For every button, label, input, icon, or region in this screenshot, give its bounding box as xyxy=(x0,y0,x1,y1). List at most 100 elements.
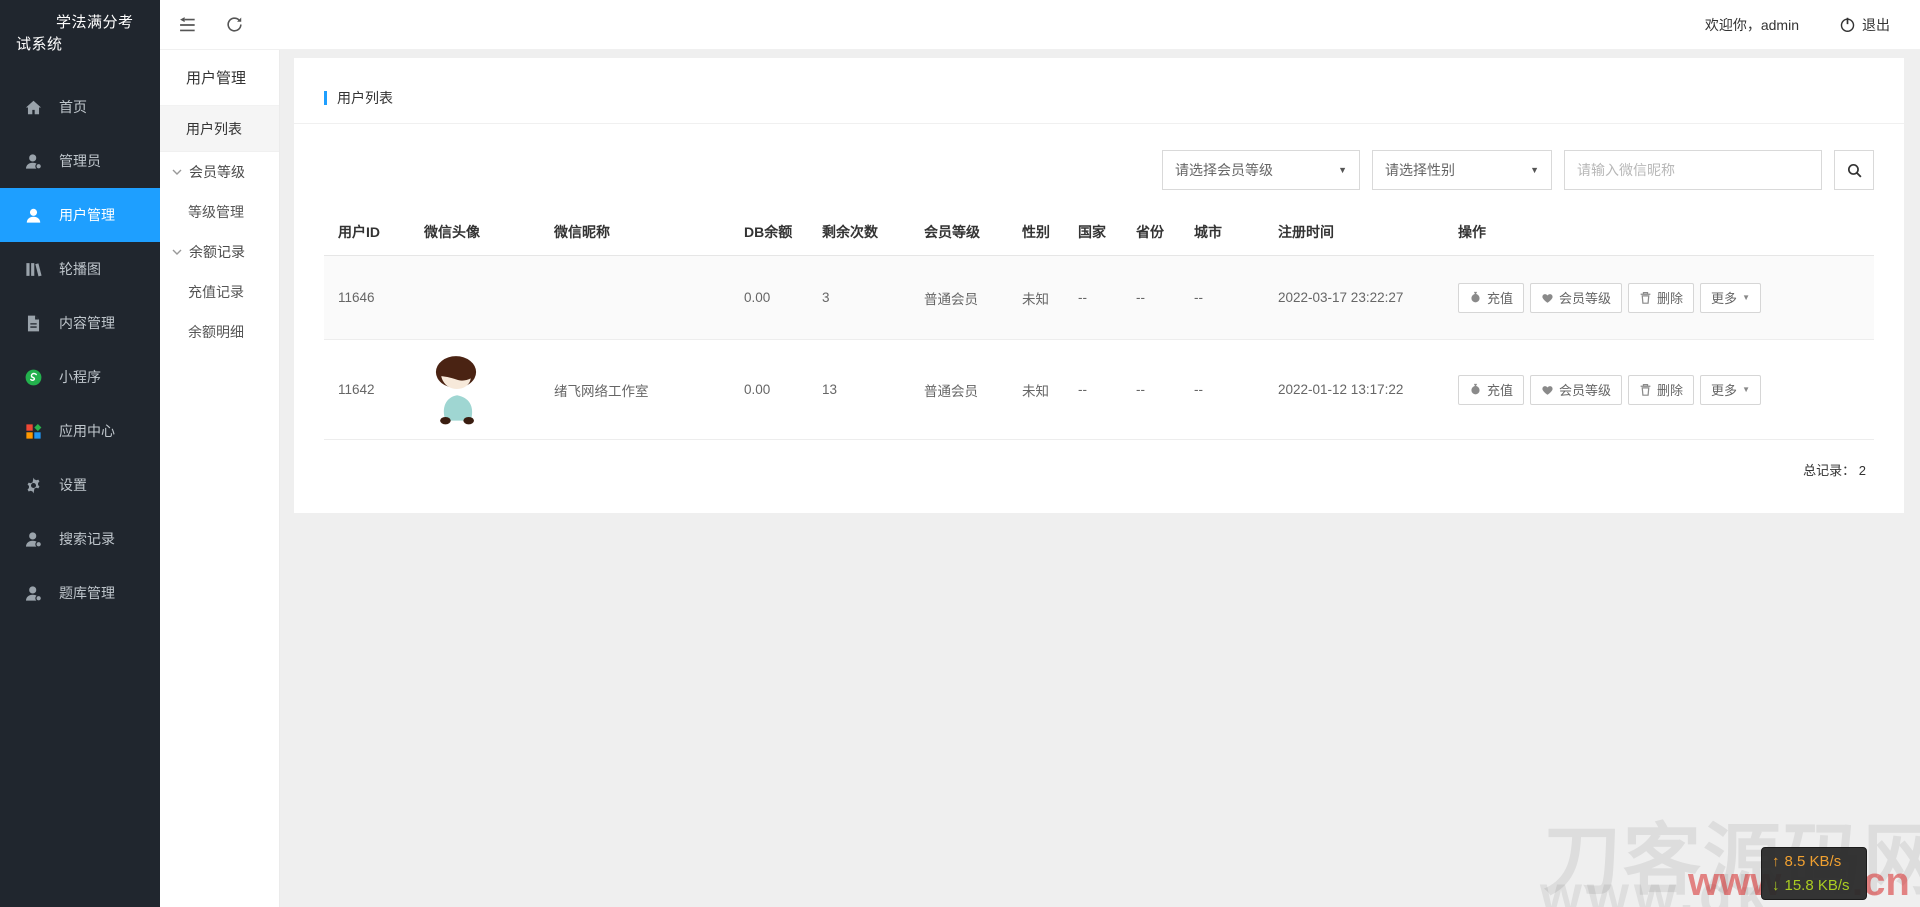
brand-title: 学法满分考试系统 xyxy=(0,0,160,66)
heart-badge-icon xyxy=(1541,383,1554,396)
row-actions: 充值 会员等级 删除 xyxy=(1458,283,1866,313)
col-reg-time: 注册时间 xyxy=(1270,212,1450,256)
chevron-down-icon xyxy=(172,249,182,256)
sidebar-item-app-center[interactable]: 应用中心 xyxy=(0,404,160,458)
search-history-person-icon xyxy=(24,530,43,549)
content-area: 用户列表 请选择会员等级 ▼ 请选择性别 ▼ xyxy=(280,50,1920,907)
total-records-value: 2 xyxy=(1859,463,1866,478)
submenu-group-balance-records[interactable]: 余额记录 xyxy=(160,232,279,272)
logout-button[interactable]: 退出 xyxy=(1839,15,1890,35)
submenu-item-balance-detail[interactable]: 余额明细 xyxy=(160,312,279,352)
table-row: 11646 0.00 3 普通会员 未知 -- -- -- 2022-03-17… xyxy=(324,256,1874,340)
more-button[interactable]: 更多 ▼ xyxy=(1700,375,1761,405)
member-level-button[interactable]: 会员等级 xyxy=(1530,375,1622,405)
sidebar-item-label: 用户管理 xyxy=(59,205,115,225)
topbar: 欢迎你，admin 退出 xyxy=(160,0,1920,50)
user-list-card: 用户列表 请选择会员等级 ▼ 请选择性别 ▼ xyxy=(294,58,1904,513)
topbar-user-area: 欢迎你，admin 退出 xyxy=(1705,15,1920,35)
gear-icon xyxy=(24,476,43,495)
col-user-id: 用户ID xyxy=(324,212,416,256)
cell-province: -- xyxy=(1128,256,1186,340)
user-icon xyxy=(24,206,43,225)
gender-select-value: 请选择性别 xyxy=(1385,160,1455,180)
submenu-item-level-management[interactable]: 等级管理 xyxy=(160,192,279,232)
nickname-search-input[interactable] xyxy=(1564,150,1822,190)
welcome-text: 欢迎你，admin xyxy=(1705,15,1799,35)
money-bag-icon xyxy=(1469,291,1482,304)
member-level-select[interactable]: 请选择会员等级 ▼ xyxy=(1162,150,1360,190)
delete-button[interactable]: 删除 xyxy=(1628,375,1694,405)
question-bank-person-icon xyxy=(24,584,43,603)
recharge-button[interactable]: 充值 xyxy=(1458,375,1524,405)
sidebar-item-admins[interactable]: 管理员 xyxy=(0,134,160,188)
col-member-level: 会员等级 xyxy=(916,212,1014,256)
member-level-label: 会员等级 xyxy=(1559,288,1611,307)
submenu-panel: 用户管理 用户列表 会员等级 等级管理 余额记录 充值记录 余额明细 xyxy=(160,50,280,907)
sidebar-item-settings[interactable]: 设置 xyxy=(0,458,160,512)
member-level-select-value: 请选择会员等级 xyxy=(1175,160,1273,180)
cell-level: 普通会员 xyxy=(916,256,1014,340)
power-icon xyxy=(1839,16,1856,33)
cell-remaining: 3 xyxy=(814,256,916,340)
submenu-group-member-level[interactable]: 会员等级 xyxy=(160,152,279,192)
cell-city: -- xyxy=(1186,340,1270,440)
col-remaining-times: 剩余次数 xyxy=(814,212,916,256)
sidebar-item-user-management[interactable]: 用户管理 xyxy=(0,188,160,242)
cell-country: -- xyxy=(1070,256,1128,340)
delete-label: 删除 xyxy=(1657,380,1683,399)
col-province: 省份 xyxy=(1128,212,1186,256)
sidebar-item-label: 搜索记录 xyxy=(59,529,115,549)
topbar-tools xyxy=(178,15,244,35)
title-accent-marker xyxy=(324,91,327,105)
money-bag-icon xyxy=(1469,383,1482,396)
submenu-header: 用户管理 xyxy=(160,50,279,106)
cell-province: -- xyxy=(1128,340,1186,440)
sidebar-item-label: 小程序 xyxy=(59,367,101,387)
download-speed: ↓ 15.8 KB/s xyxy=(1772,878,1856,893)
main-sidebar: 学法满分考试系统 首页 管理员 用户管理 轮播图 内容管理 xyxy=(0,0,160,907)
table-row: 11642 绪飞网络工作室 xyxy=(324,340,1874,440)
delete-button[interactable]: 删除 xyxy=(1628,283,1694,313)
cell-level: 普通会员 xyxy=(916,340,1014,440)
col-db-balance: DB余额 xyxy=(736,212,814,256)
sidebar-item-label: 首页 xyxy=(59,97,87,117)
logout-label: 退出 xyxy=(1862,15,1890,35)
sidebar-item-content-management[interactable]: 内容管理 xyxy=(0,296,160,350)
recharge-label: 充值 xyxy=(1487,288,1513,307)
recharge-button[interactable]: 充值 xyxy=(1458,283,1524,313)
recharge-label: 充值 xyxy=(1487,380,1513,399)
search-button[interactable] xyxy=(1834,150,1874,190)
collapse-menu-icon[interactable] xyxy=(178,15,198,35)
submenu-group-label: 余额记录 xyxy=(189,242,245,262)
cell-balance: 0.00 xyxy=(736,256,814,340)
more-button[interactable]: 更多 ▼ xyxy=(1700,283,1761,313)
col-actions: 操作 xyxy=(1450,212,1874,256)
sidebar-item-label: 应用中心 xyxy=(59,421,115,441)
cell-avatar xyxy=(416,256,546,340)
member-level-button[interactable]: 会员等级 xyxy=(1530,283,1622,313)
sidebar-item-question-bank[interactable]: 题库管理 xyxy=(0,566,160,620)
cell-reg-time: 2022-03-17 23:22:27 xyxy=(1270,256,1450,340)
more-label: 更多 xyxy=(1711,380,1737,399)
user-avatar xyxy=(424,353,488,427)
total-records: 总记录： 2 xyxy=(324,440,1874,479)
submenu-item-user-list[interactable]: 用户列表 xyxy=(160,106,279,152)
caret-down-icon: ▼ xyxy=(1742,293,1750,302)
admin-app: 学法满分考试系统 首页 管理员 用户管理 轮播图 内容管理 xyxy=(0,0,1920,907)
page-title: 用户列表 xyxy=(337,88,393,108)
sidebar-item-miniprogram[interactable]: 小程序 xyxy=(0,350,160,404)
col-gender: 性别 xyxy=(1014,212,1070,256)
cell-gender: 未知 xyxy=(1014,256,1070,340)
refresh-icon[interactable] xyxy=(224,15,244,35)
gender-select[interactable]: 请选择性别 ▼ xyxy=(1372,150,1552,190)
sidebar-item-search-history[interactable]: 搜索记录 xyxy=(0,512,160,566)
home-icon xyxy=(24,98,43,117)
submenu-item-recharge-records[interactable]: 充值记录 xyxy=(160,272,279,312)
more-label: 更多 xyxy=(1711,288,1737,307)
upload-arrow-icon: ↑ xyxy=(1772,854,1780,869)
caret-down-icon: ▼ xyxy=(1530,165,1539,175)
cell-actions: 充值 会员等级 删除 xyxy=(1450,256,1874,340)
delete-label: 删除 xyxy=(1657,288,1683,307)
sidebar-item-carousel[interactable]: 轮播图 xyxy=(0,242,160,296)
sidebar-item-home[interactable]: 首页 xyxy=(0,80,160,134)
